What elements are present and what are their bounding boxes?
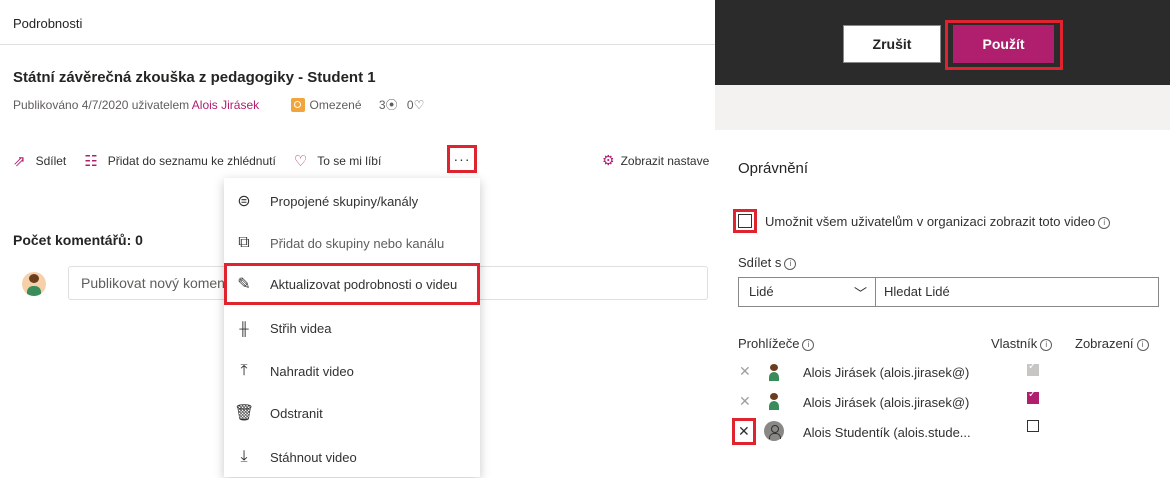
info-icon[interactable]: i: [1136, 339, 1149, 351]
allow-org-checkbox[interactable]: [738, 214, 752, 228]
viewers-label: Prohlížeče i: [738, 336, 815, 351]
view-count: 3: [378, 98, 386, 112]
menu-item-update-details[interactable]: ✎ Aktualizovat podrobnosti o videu: [224, 263, 480, 305]
tab-details[interactable]: Podrobnosti: [13, 16, 82, 31]
avatar: [767, 393, 781, 411]
cancel-button[interactable]: Zrušit: [843, 25, 941, 63]
menu-item-label: Střih videa: [270, 320, 332, 336]
like-button[interactable]: ♡ To se mi líbí: [294, 152, 381, 170]
tab-divider: [0, 44, 715, 45]
viewer-name: Alois Jirásek (alois.jirasek@): [803, 365, 970, 380]
menu-item-label: Nahradit video: [270, 363, 354, 379]
privacy-label: Omezené: [309, 98, 362, 112]
view-column-label: Zobrazení i: [1075, 336, 1149, 351]
dialog-header-strip: [715, 85, 1170, 130]
more-options-menu: ⊜ Propojené skupiny/kanály ⧉ Přidat do s…: [224, 178, 480, 477]
video-meta: Publikováno 4/7/2020 uživatelem Alois Ji…: [13, 96, 424, 113]
heart-icon: ♡: [413, 98, 425, 112]
owner-column-label: Vlastník i: [991, 336, 1053, 351]
download-icon: ⤓: [240, 448, 248, 465]
gear-icon: ⚙: [602, 152, 615, 168]
apply-button[interactable]: Použít: [953, 25, 1054, 63]
upload-icon: ⤒: [240, 362, 248, 379]
menu-item-label: Přidat do skupiny nebo kanálu: [270, 235, 445, 251]
published-text: Publikováno 4/7/2020 uživatelem: [13, 98, 190, 112]
add-watchlist-button[interactable]: ☷ Přidat do seznamu ke zhlédnutí: [84, 152, 276, 170]
like-label: To se mi líbí: [317, 154, 382, 168]
menu-item-add-to-group[interactable]: ⧉ Přidat do skupiny nebo kanálu: [224, 222, 480, 264]
share-icon: ⇗: [13, 153, 26, 170]
share-with-label: Sdílet si: [738, 255, 797, 270]
video-title: Státní závěrečná zkouška z pedagogiky - …: [13, 69, 376, 86]
owner-checkbox[interactable]: [1027, 420, 1039, 432]
menu-item-trim[interactable]: ╫ Střih videa: [224, 307, 480, 349]
viewer-name: Alois Studentík (alois.stude...: [803, 425, 971, 440]
remove-viewer-button[interactable]: ✕: [739, 393, 751, 410]
video-toolbar: ⇗ Sdílet ☷ Přidat do seznamu ke zhlédnut…: [13, 152, 399, 170]
pencil-icon: ✎: [237, 276, 251, 293]
menu-item-download[interactable]: ⤓ Stáhnout video: [224, 436, 480, 478]
restricted-icon: [290, 98, 305, 112]
menu-item-replace[interactable]: ⤒ Nahradit video: [224, 350, 480, 392]
viewer-name: Alois Jirásek (alois.jirasek@): [803, 395, 970, 410]
info-icon[interactable]: i: [802, 339, 815, 351]
permissions-title: Oprávnění: [738, 160, 809, 177]
chevron-down-icon: ﹀: [853, 286, 867, 301]
settings-button[interactable]: ⚙ Zobrazit nastave: [602, 152, 709, 169]
comments-count: Počet komentářů: 0: [13, 232, 143, 248]
menu-item-delete[interactable]: 🗑 Odstranit: [224, 392, 480, 434]
allow-org-text: Umožnit všem uživatelům v organizaci zob…: [765, 214, 1096, 229]
heart-icon: ♡: [293, 153, 308, 170]
owner-text: Vlastník: [991, 336, 1038, 351]
menu-item-label: Odstranit: [270, 405, 323, 421]
trim-icon: ╫: [239, 320, 249, 336]
info-icon[interactable]: i: [784, 258, 797, 270]
settings-label: Zobrazit nastave: [620, 154, 710, 168]
menu-item-linked-groups[interactable]: ⊜ Propojené skupiny/kanály: [224, 180, 480, 222]
people-search-input[interactable]: Hledat Lidé: [875, 277, 1159, 307]
remove-viewer-button[interactable]: ✕: [738, 423, 750, 440]
dialog-bottom: [715, 455, 1170, 477]
allow-org-label: Umožnit všem uživatelům v organizaci zob…: [765, 214, 1111, 229]
menu-item-label: Aktualizovat podrobnosti o videu: [270, 276, 458, 292]
menu-item-label: Stáhnout video: [270, 449, 357, 465]
globe-icon: ⊜: [237, 193, 251, 210]
info-icon[interactable]: i: [1098, 217, 1111, 229]
play-circle-icon: ⦿: [385, 98, 398, 112]
viewers-text: Prohlížeče: [738, 336, 800, 351]
owner-checkbox[interactable]: [1027, 389, 1039, 404]
avatar: [767, 364, 781, 382]
add-watchlist-label: Přidat do seznamu ke zhlédnutí: [107, 154, 276, 168]
remove-viewer-button[interactable]: ✕: [739, 363, 751, 380]
watchlist-icon: ☷: [84, 153, 98, 170]
share-type-value: Lidé: [749, 284, 774, 299]
menu-item-label: Propojené skupiny/kanály: [270, 193, 419, 209]
share-label: Sdílet: [35, 154, 67, 168]
info-icon[interactable]: i: [1040, 339, 1053, 351]
avatar: [22, 272, 46, 296]
add-to-group-icon: ⧉: [238, 234, 250, 251]
view-text: Zobrazení: [1075, 336, 1134, 351]
share-type-select[interactable]: Lidé ﹀: [738, 277, 876, 307]
avatar: [764, 421, 784, 441]
share-with-text: Sdílet s: [738, 255, 782, 270]
dialog-action-bar: [715, 0, 1170, 85]
owner-checkbox: [1027, 361, 1039, 376]
publisher-link[interactable]: Alois Jirásek: [192, 98, 259, 112]
share-button[interactable]: ⇗ Sdílet: [13, 152, 66, 170]
trash-icon: 🗑: [234, 405, 255, 422]
like-count: 0: [406, 98, 414, 112]
more-options-button[interactable]: ···: [447, 145, 477, 173]
